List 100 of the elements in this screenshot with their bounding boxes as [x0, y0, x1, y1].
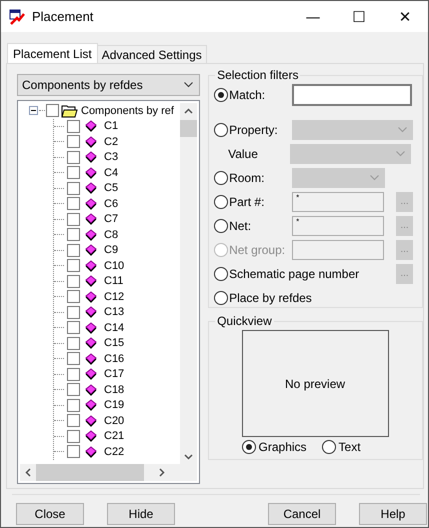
tree-item[interactable]: C7	[104, 213, 118, 226]
tree-item[interactable]: C3	[104, 151, 118, 164]
component-icon	[85, 213, 97, 226]
radio-label[interactable]: Schematic page number	[229, 267, 360, 281]
component-icon	[85, 198, 97, 210]
tree-item[interactable]: C16	[104, 352, 124, 365]
tree-item[interactable]: C10	[104, 260, 124, 272]
component-icon	[85, 446, 97, 458]
tree-item[interactable]: C2	[104, 136, 118, 148]
scroll-up-icon[interactable]	[184, 108, 194, 114]
checkbox[interactable]	[67, 259, 80, 272]
checkbox[interactable]	[67, 321, 80, 334]
radio-label[interactable]: Property:	[229, 123, 292, 137]
component-icon	[85, 352, 97, 365]
tree-item[interactable]: C20	[104, 414, 124, 427]
component-icon	[85, 290, 97, 303]
checkbox[interactable]	[67, 120, 80, 133]
checkbox[interactable]	[67, 368, 80, 381]
scroll-right-icon[interactable]	[159, 468, 166, 477]
list-dropdown[interactable]: Components by refdes	[17, 74, 200, 96]
checkbox[interactable]	[46, 104, 59, 118]
checkbox[interactable]	[67, 306, 80, 319]
window-title: Placement	[32, 9, 94, 24]
tree-item[interactable]: Components by ref	[81, 104, 174, 117]
input-field[interactable]	[292, 84, 412, 106]
dialog-button[interactable]: Cancel	[268, 503, 336, 525]
tree-item[interactable]: C9	[104, 244, 118, 256]
app-icon	[9, 8, 25, 24]
tree-item[interactable]: C11	[104, 275, 124, 288]
radio-button[interactable]	[214, 88, 228, 102]
dialog-button[interactable]: Help	[359, 503, 427, 525]
tree-item[interactable]: C21	[104, 430, 124, 442]
radio-button[interactable]	[214, 171, 228, 185]
tree-item[interactable]: C12	[104, 290, 124, 303]
checkbox[interactable]	[67, 150, 80, 164]
radio-label[interactable]: Room:	[229, 171, 292, 185]
radio-button[interactable]	[214, 195, 228, 209]
tree-item[interactable]: C13	[104, 306, 124, 318]
tree-item[interactable]: C5	[104, 182, 118, 194]
tree-item[interactable]: C18	[104, 384, 124, 396]
group-title: Selection filters	[216, 68, 300, 82]
component-icon	[85, 306, 97, 318]
radio-label[interactable]: Place by refdes	[229, 291, 312, 305]
checkbox[interactable]	[67, 228, 80, 242]
checkbox[interactable]	[67, 383, 80, 396]
radio-label[interactable]: Part #:	[229, 195, 292, 209]
component-icon	[85, 260, 97, 272]
tree-item[interactable]: C4	[104, 166, 118, 179]
tree-item[interactable]: C14	[104, 322, 124, 334]
radio-button[interactable]	[214, 267, 228, 281]
radio-button[interactable]	[214, 219, 228, 233]
checkbox[interactable]	[67, 414, 80, 428]
checkbox[interactable]	[67, 274, 80, 288]
chevron-down-icon	[370, 175, 380, 181]
minimize-button[interactable]: —	[290, 1, 336, 32]
checkbox[interactable]	[67, 430, 80, 443]
checkbox[interactable]	[67, 244, 80, 257]
tab[interactable]: Advanced Settings	[96, 45, 207, 63]
checkbox[interactable]	[67, 398, 80, 412]
component-icon	[85, 182, 97, 194]
checkbox[interactable]	[67, 352, 80, 366]
vertical-scrollbar[interactable]	[180, 103, 198, 464]
component-icon	[85, 337, 97, 350]
checkbox[interactable]	[67, 182, 80, 195]
checkbox[interactable]	[67, 336, 80, 350]
radio-label[interactable]: Text	[338, 440, 402, 454]
dialog-button[interactable]: Hide	[107, 503, 175, 525]
tree-item[interactable]: C17	[104, 368, 124, 380]
tree-item[interactable]: C19	[104, 399, 124, 412]
radio-button[interactable]	[322, 440, 336, 454]
checkbox[interactable]	[67, 197, 80, 210]
tree-item[interactable]: C1	[104, 120, 118, 132]
tree-item[interactable]: C22	[104, 446, 124, 458]
tree-item[interactable]: C8	[104, 228, 118, 241]
horizontal-scrollbar[interactable]	[20, 464, 180, 481]
checkbox[interactable]	[67, 212, 80, 226]
radio-button[interactable]	[214, 123, 228, 137]
tree-item[interactable]: C6	[104, 198, 118, 210]
checkbox[interactable]	[67, 445, 80, 458]
radio-label[interactable]: Graphics	[258, 440, 322, 454]
tree-item[interactable]: C15	[104, 337, 124, 350]
scroll-down-icon[interactable]	[184, 454, 194, 460]
checkbox[interactable]	[67, 290, 80, 304]
tab[interactable]: Placement List	[7, 43, 98, 63]
close-button[interactable]: ✕	[382, 1, 428, 32]
scroll-left-icon[interactable]	[25, 468, 31, 477]
checkbox[interactable]	[67, 166, 80, 180]
scrollbar-thumb[interactable]	[180, 120, 198, 137]
radio-label[interactable]: Net:	[229, 219, 292, 233]
component-icon	[85, 430, 97, 442]
scrollbar-thumb[interactable]	[36, 464, 144, 481]
component-icon	[85, 275, 97, 288]
dialog-button[interactable]: Close	[16, 503, 84, 525]
checkbox[interactable]	[67, 135, 80, 148]
radio-label[interactable]: Match:	[229, 88, 292, 102]
radio-button[interactable]	[242, 440, 256, 454]
radio-button[interactable]	[214, 291, 228, 305]
collapse-icon[interactable]	[29, 106, 38, 116]
component-icon	[85, 399, 97, 412]
maximize-button[interactable]: ☐	[336, 1, 382, 32]
